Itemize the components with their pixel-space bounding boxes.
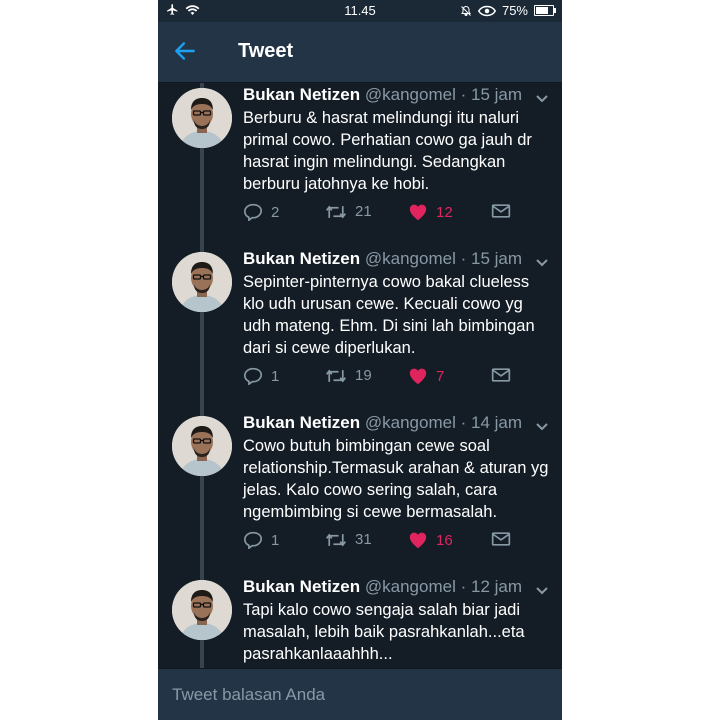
tweet-header: Bukan Netizen @kangomel · 12 jam [243, 577, 522, 597]
tweet-header: Bukan Netizen @kangomel · 15 jam [243, 249, 522, 269]
author-handle[interactable]: @kangomel [365, 577, 456, 596]
author-name[interactable]: Bukan Netizen [243, 85, 360, 104]
direct-message-button[interactable] [491, 531, 511, 547]
author-handle[interactable]: @kangomel [365, 85, 456, 104]
tweet-menu-button[interactable] [535, 91, 549, 103]
tweet-actions: 1 31 16 [243, 531, 553, 557]
tweet-time: 15 jam [470, 249, 523, 268]
author-handle[interactable]: @kangomel [365, 413, 456, 432]
status-right: 75% [460, 3, 556, 18]
chevron-down-icon [536, 423, 548, 431]
battery-icon [534, 5, 556, 16]
separator-dot: · [460, 85, 467, 104]
tweet-menu-button[interactable] [535, 583, 549, 595]
avatar[interactable] [172, 252, 232, 312]
tweet-text: Tapi kalo cowo sengaja salah biar jadi m… [243, 601, 525, 663]
tweet-text: Berburu & hasrat melindungi itu naluri p… [243, 109, 532, 193]
status-bar: 11.45 75% [158, 0, 562, 22]
reply-icon [243, 367, 263, 385]
author-name[interactable]: Bukan Netizen [243, 249, 360, 268]
tweet-item[interactable]: Bukan Netizen @kangomel · 15 jam Sepinte… [158, 247, 562, 411]
tweet-text: Cowo butuh bimbingan cewe soal relations… [243, 437, 549, 521]
arrow-left-icon [175, 42, 195, 60]
tweet-time: 14 jam [470, 413, 523, 432]
like-button[interactable]: 12 [408, 203, 453, 221]
avatar-image [172, 88, 232, 148]
retweet-icon [326, 205, 346, 218]
like-button[interactable]: 7 [408, 367, 444, 385]
tweet-item[interactable]: Bukan Netizen @kangomel · 14 jam Cowo bu… [158, 411, 562, 575]
author-name[interactable]: Bukan Netizen [243, 413, 360, 432]
envelope-icon [491, 368, 511, 382]
separator-dot: · [460, 577, 467, 596]
reply-icon [243, 531, 263, 549]
retweet-icon [326, 533, 346, 546]
chevron-down-icon [536, 95, 548, 103]
tweet-menu-button[interactable] [535, 255, 549, 267]
like-button[interactable]: 16 [408, 531, 453, 549]
direct-message-button[interactable] [491, 203, 511, 219]
retweet-count: 31 [355, 531, 372, 548]
tweet-time: 15 jam [470, 85, 523, 104]
phone-screen: 11.45 75% Tweet Bukan Netizen @kangomel [158, 0, 562, 720]
heart-icon [409, 204, 427, 221]
like-count: 12 [436, 203, 453, 221]
chevron-down-icon [536, 259, 548, 267]
author-handle[interactable]: @kangomel [365, 249, 456, 268]
direct-message-button[interactable] [491, 367, 511, 383]
reply-input[interactable]: Tweet balasan Anda [172, 685, 325, 705]
avatar[interactable] [172, 580, 232, 640]
tweet-header: Bukan Netizen @kangomel · 15 jam [243, 85, 522, 105]
like-count: 7 [436, 367, 445, 385]
battery-percent: 75% [501, 3, 528, 18]
app-header: Tweet [158, 22, 562, 83]
retweet-button[interactable]: 21 [325, 203, 372, 220]
reply-count: 1 [271, 367, 280, 385]
separator-dot: · [460, 413, 467, 432]
avatar-image [172, 580, 232, 640]
heart-icon [409, 368, 427, 385]
tweet-menu-button[interactable] [535, 419, 549, 431]
alarm-off-icon [461, 5, 471, 16]
chevron-down-icon [536, 587, 548, 595]
avatar-image [172, 416, 232, 476]
retweet-count: 19 [355, 367, 372, 384]
page-title: Tweet [238, 40, 294, 62]
tweet-time: 12 jam [470, 577, 523, 596]
envelope-icon [491, 532, 511, 546]
tweet-item[interactable]: Bukan Netizen @kangomel · 15 jam Berburu… [158, 83, 562, 247]
retweet-icon [326, 369, 346, 382]
like-count: 16 [436, 531, 453, 549]
retweet-button[interactable]: 19 [325, 367, 372, 384]
retweet-button[interactable]: 31 [325, 531, 372, 548]
tweet-header: Bukan Netizen @kangomel · 14 jam [243, 413, 522, 433]
battery-fill [536, 7, 548, 14]
reply-count: 2 [271, 203, 280, 221]
reply-icon [243, 203, 263, 221]
heart-icon [409, 532, 427, 549]
tweet-text: Sepinter-pinternya cowo bakal clueless k… [243, 273, 535, 357]
reply-bar: Tweet balasan Anda [158, 668, 562, 720]
tweet-actions: 1 19 7 [243, 367, 553, 393]
tweet-thread: Bukan Netizen @kangomel · 15 jam Berburu… [158, 83, 562, 668]
back-button[interactable] [172, 38, 204, 66]
envelope-icon [491, 204, 511, 218]
reply-button[interactable]: 2 [243, 203, 279, 221]
reply-count: 1 [271, 531, 280, 549]
reply-button[interactable]: 1 [243, 367, 279, 385]
avatar[interactable] [172, 88, 232, 148]
avatar-image [172, 252, 232, 312]
eye-icon [477, 5, 496, 16]
tweet-actions: 2 21 12 [243, 203, 553, 229]
separator-dot: · [460, 249, 467, 268]
avatar[interactable] [172, 416, 232, 476]
retweet-count: 21 [355, 203, 372, 220]
author-name[interactable]: Bukan Netizen [243, 577, 360, 596]
reply-button[interactable]: 1 [243, 531, 279, 549]
